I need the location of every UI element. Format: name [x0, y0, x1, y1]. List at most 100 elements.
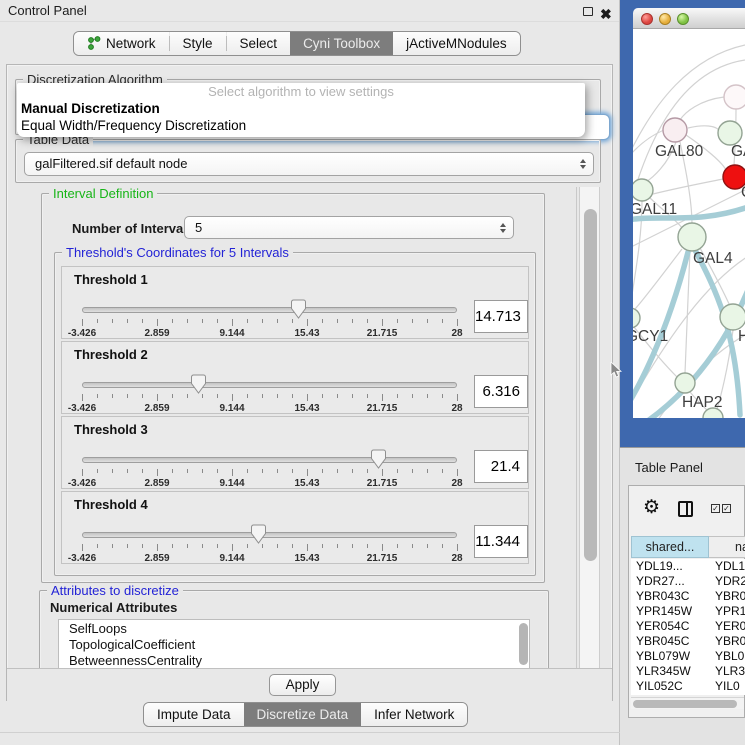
- attribute-list-item[interactable]: TopologicalCoefficient: [59, 636, 529, 652]
- table-row[interactable]: YBR045CYBR0: [631, 634, 745, 649]
- network-node-gal4[interactable]: [678, 223, 706, 251]
- tab-cyni-toolbox[interactable]: Cyni Toolbox: [290, 32, 393, 55]
- slider-thumb[interactable]: [191, 374, 206, 394]
- attribute-list-item[interactable]: BetweennessCentrality: [59, 652, 529, 668]
- tick-label: -3.426: [58, 328, 106, 339]
- thresholds-group-title: Threshold's Coordinates for 5 Intervals: [62, 245, 293, 260]
- table-panel-title: Table Panel: [635, 460, 703, 475]
- table-data-select[interactable]: galFiltered.sif default node: [24, 152, 594, 176]
- network-node[interactable]: [724, 85, 745, 109]
- network-node-gal11[interactable]: [633, 179, 653, 201]
- tick-label: 15.43: [283, 553, 331, 564]
- threshold-panel: Threshold 2-3.4262.8599.14415.4321.71528…: [61, 341, 529, 414]
- interval-definition-title: Interval Definition: [49, 187, 157, 201]
- table-row[interactable]: YPR145WYPR1: [631, 604, 745, 619]
- numerical-attributes-label: Numerical Attributes: [50, 600, 177, 615]
- slider-thumb[interactable]: [371, 449, 386, 469]
- tick-mark: [82, 469, 83, 476]
- tick-mark: [202, 394, 203, 398]
- tick-label: 9.144: [208, 553, 256, 564]
- slider-track[interactable]: [82, 532, 457, 538]
- algorithm-option[interactable]: Manual Discretization: [17, 100, 585, 117]
- cell-name: YBR0: [709, 634, 745, 649]
- network-window-titlebar[interactable]: [633, 8, 745, 29]
- minimize-traffic-light[interactable]: [659, 13, 671, 25]
- node-label: H: [738, 328, 745, 345]
- settings-scrollbar-thumb[interactable]: [584, 209, 597, 561]
- table-row[interactable]: YER054CYER0: [631, 619, 745, 634]
- close-icon[interactable]: ✖: [600, 3, 614, 19]
- close-traffic-light[interactable]: [641, 13, 653, 25]
- tab-select[interactable]: Select: [227, 32, 291, 55]
- zoom-traffic-light[interactable]: [677, 13, 689, 25]
- tick-mark: [82, 319, 83, 326]
- algorithm-option[interactable]: Equal Width/Frequency Discretization: [17, 117, 585, 134]
- network-node-gcy1[interactable]: [633, 308, 640, 328]
- tab-style[interactable]: Style: [170, 32, 226, 55]
- tick-mark: [172, 394, 173, 398]
- table-row[interactable]: YIL052CYIL0: [631, 679, 745, 694]
- slider-thumb[interactable]: [291, 299, 306, 319]
- attributes-group-title: Attributes to discretize: [47, 583, 183, 598]
- tab-discretize-data[interactable]: Discretize Data: [244, 703, 362, 726]
- checkbox-icon[interactable]: ✓: [722, 504, 731, 513]
- numerical-attributes-list[interactable]: SelfLoopsTopologicalCoefficientBetweenne…: [58, 619, 530, 668]
- cell-shared-name: YBR043C: [631, 589, 709, 604]
- tick-mark: [217, 469, 218, 473]
- number-of-intervals-select[interactable]: 5: [184, 216, 514, 239]
- network-canvas[interactable]: GAL80GACGAL11GAL4GCY1HHAP2: [633, 29, 745, 418]
- table-row[interactable]: YDR27...YDR2: [631, 574, 745, 589]
- tab-impute-data[interactable]: Impute Data: [144, 703, 244, 726]
- tab-infer-network[interactable]: Infer Network: [361, 703, 467, 726]
- network-node-hap2[interactable]: [675, 373, 695, 393]
- tick-mark: [127, 544, 128, 548]
- attribute-list-item[interactable]: SelfLoops: [59, 620, 529, 636]
- slider-track[interactable]: [82, 307, 457, 313]
- checkbox-icon[interactable]: ✓: [711, 504, 720, 513]
- table-data-selected-value: galFiltered.sif default node: [35, 156, 187, 171]
- tick-mark: [322, 469, 323, 473]
- columns-icon[interactable]: [678, 501, 693, 517]
- settings-scrollbar[interactable]: [579, 187, 600, 668]
- cell-shared-name: YBR045C: [631, 634, 709, 649]
- tick-mark: [187, 544, 188, 548]
- table-panel: ⚙ ✓ ✓ shared... na YDL19...YDL1YDR27...Y…: [628, 485, 745, 718]
- threshold-value-field[interactable]: 11.344: [474, 525, 528, 558]
- tab-jactivemnodules[interactable]: jActiveMNodules: [393, 32, 520, 55]
- tick-mark: [202, 319, 203, 323]
- table-row[interactable]: YLR345WYLR3: [631, 664, 745, 679]
- cyni-bottom-tabbar: Impute DataDiscretize DataInfer Network: [143, 702, 468, 727]
- tick-mark: [382, 544, 383, 551]
- gear-icon[interactable]: ⚙: [643, 496, 660, 519]
- tick-label: 21.715: [358, 403, 406, 414]
- column-header-name[interactable]: na: [709, 536, 745, 558]
- tick-label: -3.426: [58, 478, 106, 489]
- slider-track[interactable]: [82, 457, 457, 463]
- column-header-shared-name[interactable]: shared...: [631, 536, 709, 558]
- attributes-scrollbar-thumb[interactable]: [519, 623, 528, 665]
- threshold-value-field[interactable]: 14.713: [474, 300, 528, 333]
- algorithm-dropdown-prompt: Select algorithm to view settings: [17, 83, 585, 100]
- apply-button[interactable]: Apply: [269, 674, 336, 696]
- tab-label: Select: [240, 36, 278, 51]
- slider-thumb[interactable]: [251, 524, 266, 544]
- slider-track[interactable]: [82, 382, 457, 388]
- network-node-gal80[interactable]: [663, 118, 687, 142]
- network-node-ga[interactable]: [718, 121, 742, 145]
- network-node-h[interactable]: [720, 304, 745, 330]
- tick-mark: [442, 469, 443, 473]
- tab-network[interactable]: Network: [74, 32, 169, 55]
- table-row[interactable]: YDL19...YDL1: [631, 559, 745, 574]
- table-hscrollbar-thumb[interactable]: [633, 700, 737, 708]
- tick-label: 15.43: [283, 328, 331, 339]
- threshold-value-field[interactable]: 21.4: [474, 450, 528, 483]
- tick-mark: [307, 469, 308, 476]
- node-label: C: [741, 184, 745, 201]
- tick-mark: [232, 394, 233, 401]
- table-hscrollbar[interactable]: [631, 697, 744, 709]
- threshold-value-field[interactable]: 6.316: [474, 375, 528, 408]
- tick-mark: [97, 319, 98, 323]
- table-row[interactable]: YBR043CYBR0: [631, 589, 745, 604]
- float-window-icon[interactable]: [583, 7, 593, 16]
- table-row[interactable]: YBL079WYBL0: [631, 649, 745, 664]
